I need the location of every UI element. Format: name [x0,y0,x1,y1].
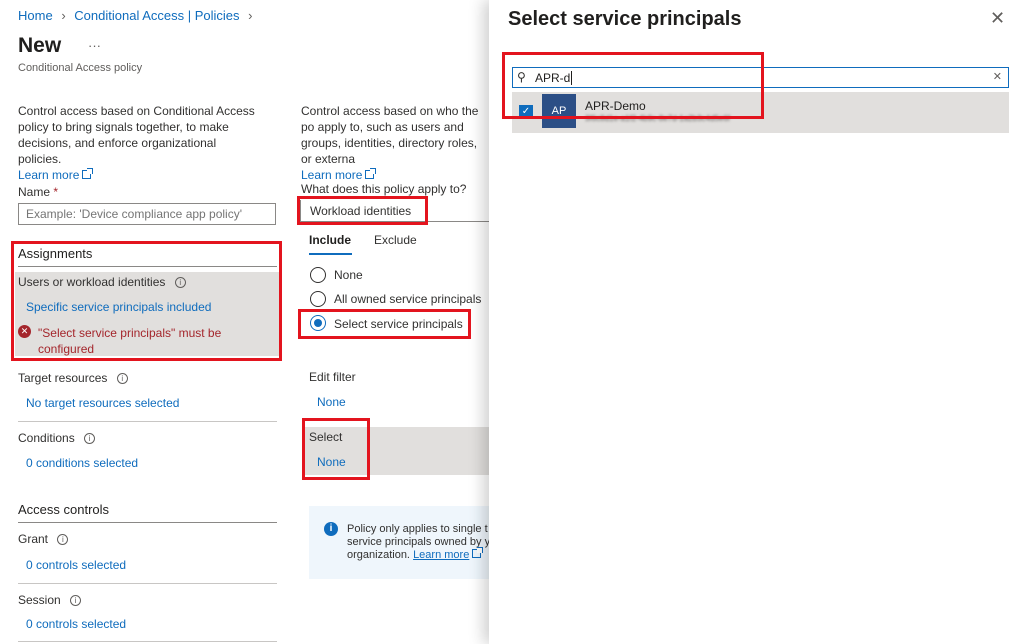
target-resources-label: Target resources i [18,371,128,385]
info-icon: i [57,534,69,546]
avatar: AP [542,94,576,128]
required-mark: * [53,185,59,199]
session-link[interactable]: 0 controls selected [26,617,126,631]
applies-to-label: What does this policy apply to? [301,182,467,196]
grant-label-text: Grant [18,532,49,546]
page-subtitle: Conditional Access policy [18,62,143,74]
users-label: Users or workload identities i [18,275,186,289]
select-none-link[interactable]: None [317,455,346,469]
middle-learn-more-link[interactable]: Learn more [301,168,377,182]
conditions-label: Conditions i [18,431,96,445]
info-icon: i [70,595,82,607]
result-row[interactable]: ✓ AP APR-Demo 3f6c8d1e-a1f2-4b9c-8e7d-1a… [512,92,1009,133]
clear-search-icon[interactable]: ✕ [993,70,1002,83]
edit-filter-link[interactable]: None [317,395,346,409]
page-title: New [18,34,62,57]
info-banner-text: Policy only applies to single t service … [347,523,489,562]
middle-description-text: Control access based on who the po apply… [301,104,479,166]
select-label: Select [309,430,343,444]
grant-link[interactable]: 0 controls selected [26,558,126,572]
info-icon: i [116,373,128,385]
users-value-link[interactable]: Specific service principals included [26,300,211,314]
applies-to-dropdown[interactable]: Workload identities [300,200,489,222]
radio-none-label: None [334,268,363,282]
breadcrumb: Home › Conditional Access | Policies › [18,8,253,23]
grant-divider [18,583,277,584]
learn-more-label: Learn more [18,168,80,182]
session-label: Session i [18,593,82,607]
left-description: Control access based on Conditional Acce… [18,103,258,183]
radio-select-sp[interactable] [310,315,326,331]
text-cursor [571,71,572,85]
learn-more-label: Learn more [413,549,470,561]
tab-include-label: Include [309,233,352,247]
target-resources-link[interactable]: No target resources selected [26,396,179,410]
tab-exclude-label: Exclude [374,233,417,247]
chevron-right-icon: › [248,8,253,23]
access-controls-heading: Access controls [18,502,110,517]
tab-include-underline [309,253,352,255]
learn-more-label: Learn more [301,168,363,182]
name-label-text: Name [18,185,51,199]
result-name: APR-Demo [585,99,646,113]
left-description-text: Control access based on Conditional Acce… [18,104,255,166]
info-circle-icon: i [324,522,338,536]
breadcrumb-home[interactable]: Home [18,8,53,23]
search-icon: ⚲ [517,70,526,84]
radio-none[interactable] [310,267,326,283]
users-error-message: "Select service principals" must be conf… [38,326,222,356]
result-checkbox[interactable]: ✓ [519,105,533,119]
target-divider [18,421,277,422]
chevron-right-icon: › [61,8,66,23]
conditions-label-text: Conditions [18,431,75,445]
radio-all-owned[interactable] [310,291,326,307]
error-icon: ✕ [18,325,31,338]
info-learn-more-link[interactable]: Learn more [413,547,484,561]
left-learn-more-link[interactable]: Learn more [18,168,94,182]
policy-name-input[interactable] [18,203,276,225]
external-link-icon [365,168,377,179]
applies-to-value: Workload identities [310,204,412,218]
assignments-divider [18,266,277,267]
target-resources-label-text: Target resources [18,371,108,385]
grant-label: Grant i [18,532,69,546]
info-icon: i [84,433,96,445]
session-label-text: Session [18,593,61,607]
access-controls-divider [18,522,277,523]
assignments-heading: Assignments [18,246,93,261]
name-label: Name * [18,185,58,199]
search-box[interactable]: ⚲ APR-d ✕ [512,67,1009,88]
radio-select-sp-label: Select service principals [334,317,463,331]
radio-all-owned-label: All owned service principals [334,292,482,306]
breadcrumb-policies[interactable]: Conditional Access | Policies [74,8,239,23]
info-icon: i [174,277,186,289]
search-input[interactable]: APR-d [535,71,570,85]
tab-include[interactable]: Include [309,233,351,247]
tab-exclude[interactable]: Exclude [374,233,417,247]
more-options-button[interactable]: ··· [88,38,101,53]
users-label-text: Users or workload identities [18,275,166,289]
info-banner: i Policy only applies to single t servic… [309,506,489,579]
conditions-link[interactable]: 0 conditions selected [26,456,138,470]
result-id: 3f6c8d1e-a1f2-4b9c-8e7d-1a2b3c4d5e6f [585,114,731,123]
edit-filter-label: Edit filter [309,370,356,384]
close-icon[interactable]: ✕ [990,8,1005,29]
panel-title: Select service principals [508,8,742,30]
session-divider [18,641,277,642]
external-link-icon [472,547,484,558]
middle-description: Control access based on who the po apply… [301,103,489,183]
external-link-icon [82,168,94,179]
